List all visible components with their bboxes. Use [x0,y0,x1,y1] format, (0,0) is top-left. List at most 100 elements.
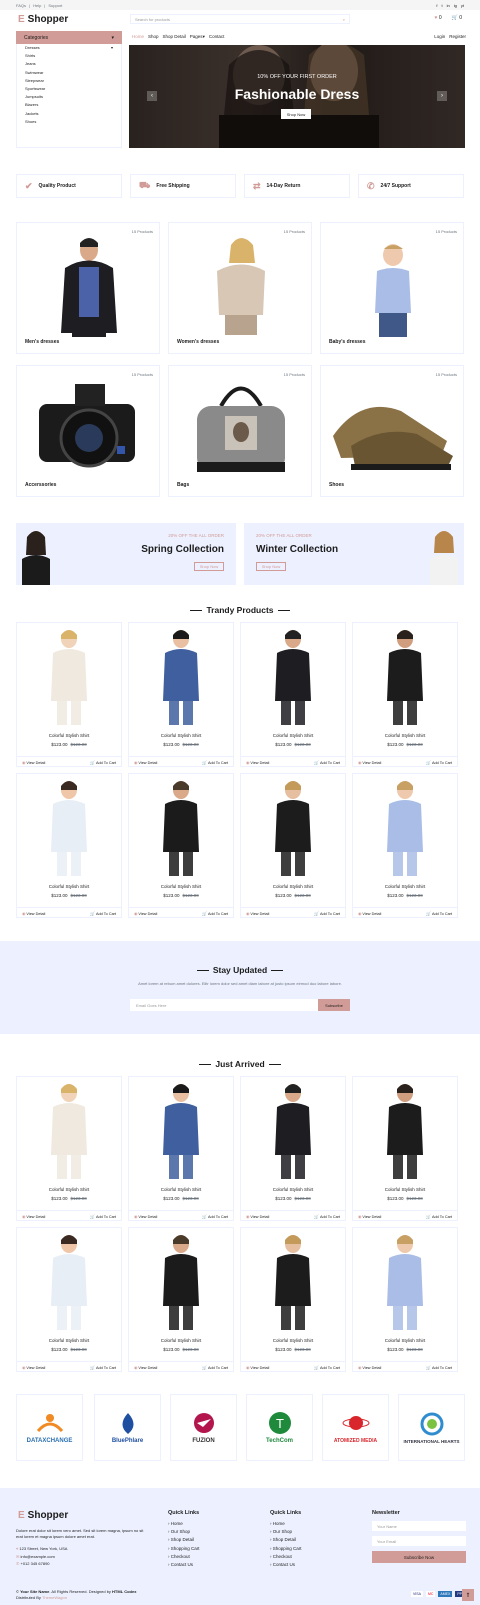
add-to-cart-button[interactable]: 🛒 Add To Cart [426,760,452,765]
view-detail-button[interactable]: ◉ View Detail [134,911,157,916]
newsletter-subscribe-button[interactable]: Subscribe [318,999,350,1011]
product-card[interactable]: Colorful Stylish Shirt $123.00 $123.00 ◉ … [16,773,122,918]
product-card[interactable]: Colorful Stylish Shirt $123.00 $123.00 ◉ … [16,1227,122,1372]
add-to-cart-button[interactable]: 🛒 Add To Cart [426,911,452,916]
category-card-baby[interactable]: 15 Products Baby's dresses [320,222,464,354]
product-card[interactable]: Colorful Stylish Shirt $123.00 $123.00 ◉ … [240,773,346,918]
category-swimwear[interactable]: Swimwear [17,69,121,77]
view-detail-button[interactable]: ◉ View Detail [134,1214,157,1219]
product-card[interactable]: Colorful Stylish Shirt $123.00 $123.00 ◉ … [128,1227,234,1372]
carousel-prev-button[interactable]: ‹ [147,91,157,101]
view-detail-button[interactable]: ◉ View Detail [22,760,45,765]
footer-link-shop[interactable]: › Our Shop [270,1529,302,1534]
product-name[interactable]: Colorful Stylish Shirt [241,1338,345,1343]
add-to-cart-button[interactable]: 🛒 Add To Cart [314,911,340,916]
category-card-accessories[interactable]: 15 Products Accerssories [16,365,160,497]
product-name[interactable]: Colorful Stylish Shirt [353,1338,457,1343]
view-detail-button[interactable]: ◉ View Detail [358,1214,381,1219]
footer-link-cart[interactable]: › Shopping Cart [270,1546,302,1551]
vendor-atomized[interactable]: ATOMIZED MEDIA [322,1394,389,1461]
footer-logo[interactable]: E Shopper [18,1510,68,1521]
footer-link-cart[interactable]: › Shopping Cart [168,1546,200,1551]
wishlist-button[interactable]: ♥ 0 [434,15,441,21]
footer-email-input[interactable]: Your Email [372,1536,466,1546]
add-to-cart-button[interactable]: 🛒 Add To Cart [426,1214,452,1219]
footer-link-home[interactable]: › Home [168,1521,200,1526]
add-to-cart-button[interactable]: 🛒 Add To Cart [314,760,340,765]
newsletter-email-input[interactable]: Email Goes Here [130,999,318,1011]
category-dresses[interactable]: Dresses ▾ [17,44,121,52]
add-to-cart-button[interactable]: 🛒 Add To Cart [202,1365,228,1370]
product-name[interactable]: Colorful Stylish Shirt [353,1187,457,1192]
product-card[interactable]: Colorful Stylish Shirt $123.00 $123.00 ◉ … [16,622,122,767]
category-card-bags[interactable]: 15 Products Bags [168,365,312,497]
add-to-cart-button[interactable]: 🛒 Add To Cart [426,1365,452,1370]
footer-link-shop-detail[interactable]: › Shop Detail [270,1537,302,1542]
product-name[interactable]: Colorful Stylish Shirt [129,733,233,738]
add-to-cart-button[interactable]: 🛒 Add To Cart [90,911,116,916]
product-name[interactable]: Colorful Stylish Shirt [17,1338,121,1343]
view-detail-button[interactable]: ◉ View Detail [246,760,269,765]
linkedin-icon[interactable]: in [447,3,450,8]
search-icon[interactable]: ⌕ [343,17,345,22]
category-sportswear[interactable]: Sportswear [17,85,121,93]
product-card[interactable]: Colorful Stylish Shirt $123.00 $123.00 ◉ … [128,622,234,767]
login-link[interactable]: Login [434,34,445,40]
product-name[interactable]: Colorful Stylish Shirt [129,884,233,889]
hero-shop-now-button[interactable]: Shop Now [281,109,311,119]
product-name[interactable]: Colorful Stylish Shirt [353,884,457,889]
add-to-cart-button[interactable]: 🛒 Add To Cart [314,1214,340,1219]
youtube-icon[interactable]: yt [461,3,464,8]
vendor-bluephlare[interactable]: BluePhlare [94,1394,161,1461]
footer-subscribe-button[interactable]: Subscribe Now [372,1551,466,1563]
offer-shop-now-button[interactable]: Shop Now [256,562,286,571]
category-card-shoes[interactable]: 15 Products Shoes [320,365,464,497]
view-detail-button[interactable]: ◉ View Detail [246,1214,269,1219]
add-to-cart-button[interactable]: 🛒 Add To Cart [202,1214,228,1219]
product-card[interactable]: Colorful Stylish Shirt $123.00 $123.00 ◉ … [352,773,458,918]
footer-link-shop[interactable]: › Our Shop [168,1529,200,1534]
view-detail-button[interactable]: ◉ View Detail [246,911,269,916]
product-name[interactable]: Colorful Stylish Shirt [129,1187,233,1192]
footer-link-shop-detail[interactable]: › Shop Detail [168,1537,200,1542]
copyright-designer-link[interactable]: HTML Codex [112,1589,136,1594]
view-detail-button[interactable]: ◉ View Detail [22,1214,45,1219]
product-card[interactable]: Colorful Stylish Shirt $123.00 $123.00 ◉ … [240,622,346,767]
category-card-men[interactable]: 15 Products Men's dresses [16,222,160,354]
view-detail-button[interactable]: ◉ View Detail [358,911,381,916]
view-detail-button[interactable]: ◉ View Detail [22,911,45,916]
nav-shop[interactable]: Shop [148,34,159,40]
footer-link-checkout[interactable]: › Checkout [168,1554,200,1559]
vendor-techcom[interactable]: T TechCom [246,1394,313,1461]
footer-link-contact[interactable]: › Contact Us [168,1562,200,1567]
add-to-cart-button[interactable]: 🛒 Add To Cart [90,1214,116,1219]
category-jeans[interactable]: Jeans [17,60,121,68]
hero-carousel[interactable]: 10% OFF YOUR FIRST ORDER Fashionable Dre… [129,45,465,148]
category-shoes[interactable]: Shoes [17,118,121,126]
product-name[interactable]: Colorful Stylish Shirt [129,1338,233,1343]
product-name[interactable]: Colorful Stylish Shirt [17,1187,121,1192]
product-name[interactable]: Colorful Stylish Shirt [241,733,345,738]
add-to-cart-button[interactable]: 🛒 Add To Cart [90,760,116,765]
product-name[interactable]: Colorful Stylish Shirt [17,884,121,889]
distributor-link[interactable]: ThemeWagon [42,1595,67,1600]
nav-shop-detail[interactable]: Shop Detail [163,34,186,40]
help-link[interactable]: Help [33,3,41,8]
view-detail-button[interactable]: ◉ View Detail [358,1365,381,1370]
add-to-cart-button[interactable]: 🛒 Add To Cart [202,911,228,916]
copyright-site-name[interactable]: Your Site Name [20,1589,49,1594]
instagram-icon[interactable]: ig [454,3,457,8]
back-to-top-button[interactable]: ⇑ [462,1589,474,1601]
vendor-international-hearts[interactable]: INTERNATIONAL HEARTS [398,1394,465,1461]
category-blazers[interactable]: Blazers [17,101,121,109]
logo[interactable]: E Shopper [18,14,68,25]
category-jackets[interactable]: Jackets [17,110,121,118]
product-card[interactable]: Colorful Stylish Shirt $123.00 $123.00 ◉ … [128,1076,234,1221]
category-card-women[interactable]: 15 Products Women's dresses [168,222,312,354]
product-name[interactable]: Colorful Stylish Shirt [353,733,457,738]
product-name[interactable]: Colorful Stylish Shirt [17,733,121,738]
footer-link-home[interactable]: › Home [270,1521,302,1526]
twitter-icon[interactable]: t [442,3,443,8]
register-link[interactable]: Register [449,34,466,40]
cart-button[interactable]: 🛒 0 [452,15,462,21]
